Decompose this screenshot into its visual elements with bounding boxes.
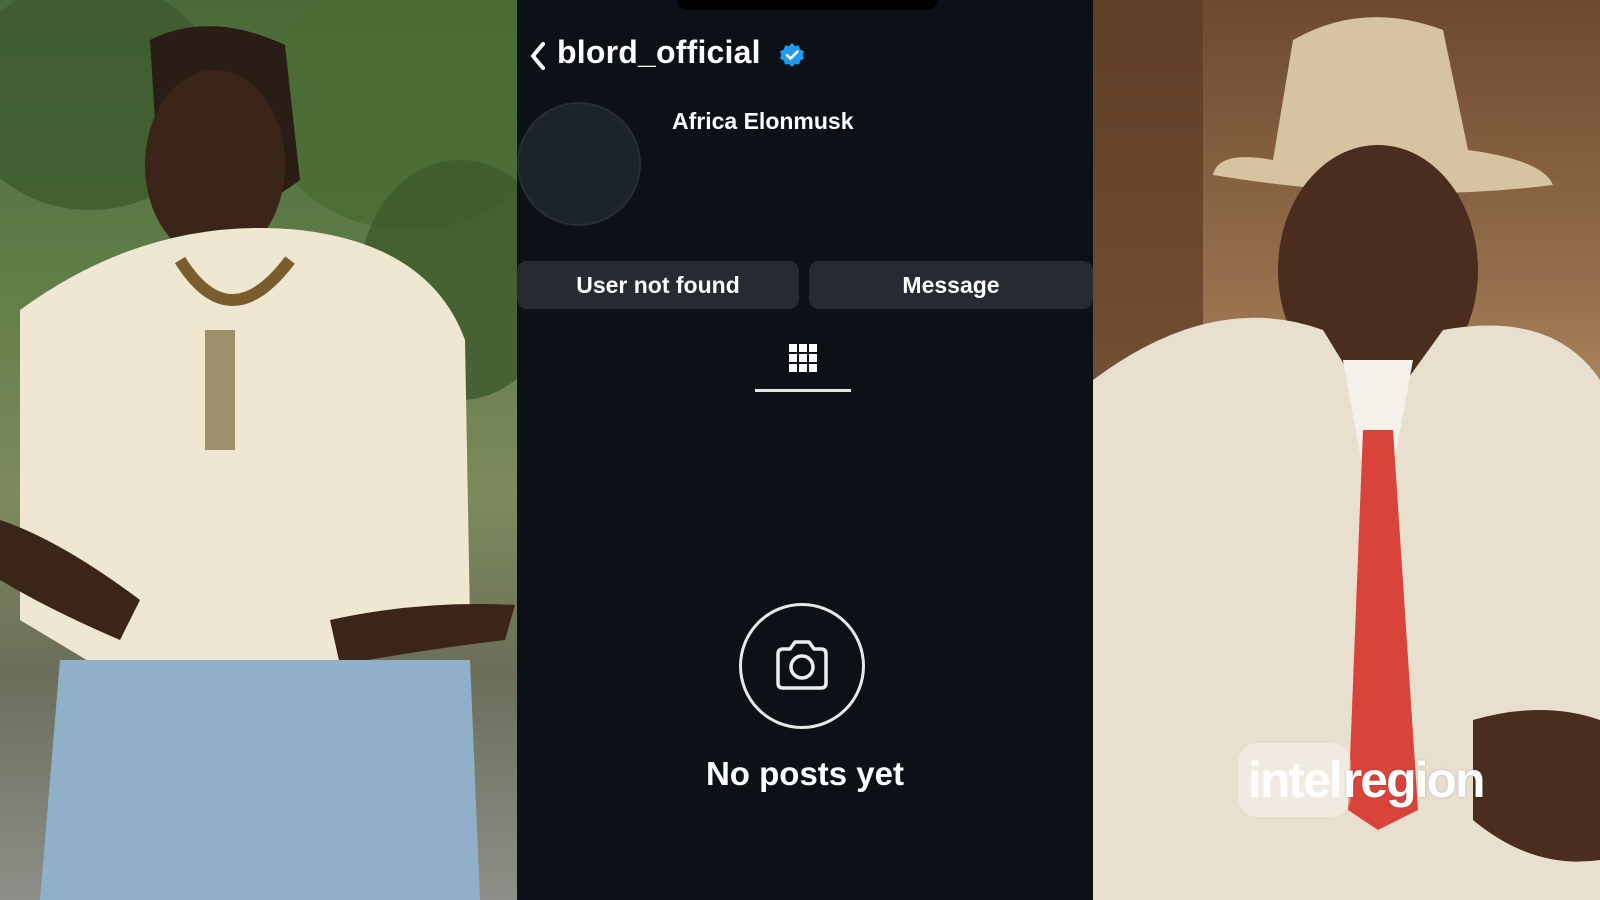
watermark-part1: intel [1248,752,1343,808]
grid-icon [789,344,817,372]
profile-avatar[interactable] [517,102,641,226]
profile-screen: blord_official Africa Elonmusk User not … [517,0,1093,900]
tab-posts-grid[interactable] [755,336,851,392]
left-person-photo [0,0,517,900]
collage: blord_official Africa Elonmusk User not … [0,0,1600,900]
phone-notch [677,0,937,10]
empty-state-text: No posts yet [705,755,905,792]
tab-active-indicator [755,389,851,392]
message-button[interactable]: Message [809,261,1093,309]
camera-icon-ring [739,603,865,729]
watermark-part2: region [1342,752,1486,808]
watermark-logo: intel region [1238,743,1486,817]
user-not-found-button[interactable]: User not found [517,261,799,309]
back-chevron-icon[interactable] [525,38,553,74]
profile-display-name: Africa Elonmusk [672,108,854,134]
person-figure-left [0,26,515,900]
verified-badge-icon [780,43,804,67]
camera-icon [776,640,828,690]
profile-username: blord_official [557,34,761,70]
